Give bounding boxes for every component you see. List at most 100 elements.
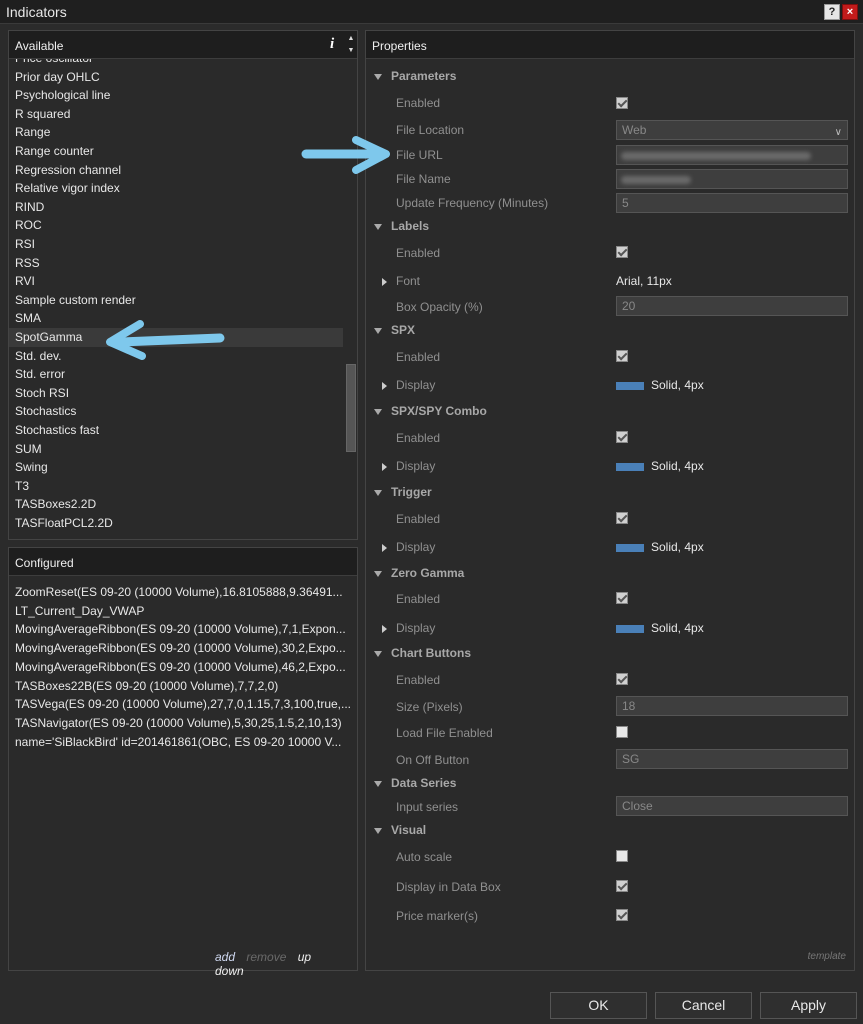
collapse-icon xyxy=(374,780,382,787)
section-visual[interactable]: Visual xyxy=(374,823,426,839)
section-labels[interactable]: Labels xyxy=(374,219,429,235)
add-link[interactable]: add xyxy=(215,950,235,964)
box-opacity-label: Box Opacity (%) xyxy=(396,300,483,314)
available-list-item[interactable]: Stochastics xyxy=(9,402,343,421)
properties-header: Properties xyxy=(366,31,854,59)
spx-display-value[interactable]: Solid, 4px xyxy=(616,378,704,394)
remove-link[interactable]: remove xyxy=(246,950,286,964)
template-link[interactable]: template xyxy=(808,951,846,962)
configured-list-item[interactable]: LT_Current_Day_VWAP xyxy=(15,602,353,620)
collapse-icon xyxy=(374,327,382,334)
zero-gamma-enabled-checkbox[interactable] xyxy=(616,592,628,604)
display-data-box-label: Display in Data Box xyxy=(396,880,501,894)
configured-actions: add remove up down xyxy=(215,950,357,978)
auto-scale-checkbox[interactable] xyxy=(616,850,628,862)
available-list-item[interactable]: RSS xyxy=(9,254,343,273)
auto-scale-label: Auto scale xyxy=(396,850,453,864)
down-link[interactable]: down xyxy=(215,964,244,978)
available-list-item[interactable]: Stochastics fast xyxy=(9,421,343,440)
available-list-item[interactable]: Psychological line xyxy=(9,86,343,105)
trigger-display-row[interactable]: Display xyxy=(382,540,435,556)
spx-display-row[interactable]: Display xyxy=(382,378,435,394)
cancel-button[interactable]: Cancel xyxy=(655,992,752,1019)
apply-button[interactable]: Apply xyxy=(760,992,857,1019)
available-list-item[interactable]: ROC xyxy=(9,216,343,235)
section-spx[interactable]: SPX xyxy=(374,323,415,339)
trigger-enabled-checkbox[interactable] xyxy=(616,512,628,524)
configured-list-item[interactable]: TASVega(ES 09-20 (10000 Volume),27,7,0,1… xyxy=(15,695,353,713)
scroll-down-icon[interactable]: ▼ xyxy=(345,45,357,57)
available-list-item[interactable]: TASFloatPCL2.2D xyxy=(9,514,343,533)
section-zero-gamma[interactable]: Zero Gamma xyxy=(374,566,464,582)
available-list-item[interactable]: Range counter xyxy=(9,142,343,161)
available-list-item[interactable]: Swing xyxy=(9,458,343,477)
combo-display-value[interactable]: Solid, 4px xyxy=(616,459,704,475)
available-list-item[interactable]: Regression channel xyxy=(9,161,343,180)
display-data-box-checkbox[interactable] xyxy=(616,880,628,892)
available-list-item[interactable]: TASBoxes2.2D xyxy=(9,495,343,514)
configured-list-item[interactable]: ZoomReset(ES 09-20 (10000 Volume),16.810… xyxy=(15,583,353,601)
spx-enabled-checkbox[interactable] xyxy=(616,350,628,362)
font-row[interactable]: Font xyxy=(382,274,420,290)
file-name-input[interactable] xyxy=(616,169,848,189)
chart-buttons-enabled-checkbox[interactable] xyxy=(616,673,628,685)
ok-button[interactable]: OK xyxy=(550,992,647,1019)
available-list-item[interactable]: RIND xyxy=(9,198,343,217)
configured-list-item[interactable]: name='SiBlackBird' id=201461861(OBC, ES … xyxy=(15,733,353,751)
info-icon[interactable]: i xyxy=(330,36,334,53)
combo-display-row[interactable]: Display xyxy=(382,459,435,475)
labels-enabled-checkbox[interactable] xyxy=(616,246,628,258)
available-list-item[interactable]: Std. error xyxy=(9,365,343,384)
section-chart-buttons[interactable]: Chart Buttons xyxy=(374,646,471,662)
section-trigger[interactable]: Trigger xyxy=(374,485,432,501)
color-swatch xyxy=(616,381,644,390)
section-parameters[interactable]: Parameters xyxy=(374,69,456,85)
configured-header: Configured xyxy=(9,548,357,576)
collapse-icon xyxy=(374,73,382,80)
color-swatch xyxy=(616,624,644,633)
available-panel: Available i ▲ ▼ Price oscillatorPrior da… xyxy=(8,30,358,540)
available-list-item[interactable]: Stoch RSI xyxy=(9,384,343,403)
update-frequency-input[interactable]: 5 xyxy=(616,193,848,213)
configured-list-item[interactable]: MovingAverageRibbon(ES 09-20 (10000 Volu… xyxy=(15,620,353,638)
available-list-item[interactable]: SUM xyxy=(9,440,343,459)
on-off-button-input[interactable]: SG xyxy=(616,749,848,769)
configured-list-item[interactable]: MovingAverageRibbon(ES 09-20 (10000 Volu… xyxy=(15,658,353,676)
box-opacity-input[interactable]: 20 xyxy=(616,296,848,316)
available-scrollbar[interactable] xyxy=(345,59,357,539)
price-markers-label: Price marker(s) xyxy=(396,909,479,923)
configured-list-item[interactable]: TASBoxes22B(ES 09-20 (10000 Volume),7,7,… xyxy=(15,677,353,695)
configured-list-item[interactable]: MovingAverageRibbon(ES 09-20 (10000 Volu… xyxy=(15,639,353,657)
expand-icon xyxy=(382,543,387,552)
configured-list-item[interactable]: TASNavigator(ES 09-20 (10000 Volume),5,3… xyxy=(15,714,353,732)
help-button[interactable]: ? xyxy=(824,4,840,20)
section-data-series[interactable]: Data Series xyxy=(374,776,456,792)
file-url-input[interactable] xyxy=(616,145,848,165)
up-link[interactable]: up xyxy=(298,950,311,964)
close-button[interactable]: × xyxy=(842,4,858,20)
available-list-item[interactable]: Sample custom render xyxy=(9,291,343,310)
param-enabled-checkbox[interactable] xyxy=(616,97,628,109)
file-location-select[interactable]: Web ∨ xyxy=(616,120,848,140)
zero-gamma-display-value[interactable]: Solid, 4px xyxy=(616,621,704,637)
price-markers-checkbox[interactable] xyxy=(616,909,628,921)
available-list-item[interactable]: RSI xyxy=(9,235,343,254)
section-spx-spy-combo[interactable]: SPX/SPY Combo xyxy=(374,404,487,420)
available-list-item[interactable]: T3 xyxy=(9,477,343,496)
trigger-enabled-label: Enabled xyxy=(396,512,441,526)
zero-gamma-display-row[interactable]: Display xyxy=(382,621,435,637)
load-file-enabled-checkbox[interactable] xyxy=(616,726,628,738)
param-enabled-label: Enabled xyxy=(396,96,441,110)
combo-enabled-checkbox[interactable] xyxy=(616,431,628,443)
available-list-item[interactable]: Relative vigor index xyxy=(9,179,343,198)
available-list-item[interactable]: Range xyxy=(9,123,343,142)
size-pixels-input[interactable]: 18 xyxy=(616,696,848,716)
scrollbar-thumb[interactable] xyxy=(346,364,356,452)
trigger-display-value[interactable]: Solid, 4px xyxy=(616,540,704,556)
available-list-item[interactable]: RVI xyxy=(9,272,343,291)
input-series-input[interactable]: Close xyxy=(616,796,848,816)
scroll-up-icon[interactable]: ▲ xyxy=(345,33,357,45)
available-list-item[interactable]: Prior day OHLC xyxy=(9,68,343,87)
font-value[interactable]: Arial, 11px xyxy=(616,274,672,290)
available-list-item[interactable]: R squared xyxy=(9,105,343,124)
